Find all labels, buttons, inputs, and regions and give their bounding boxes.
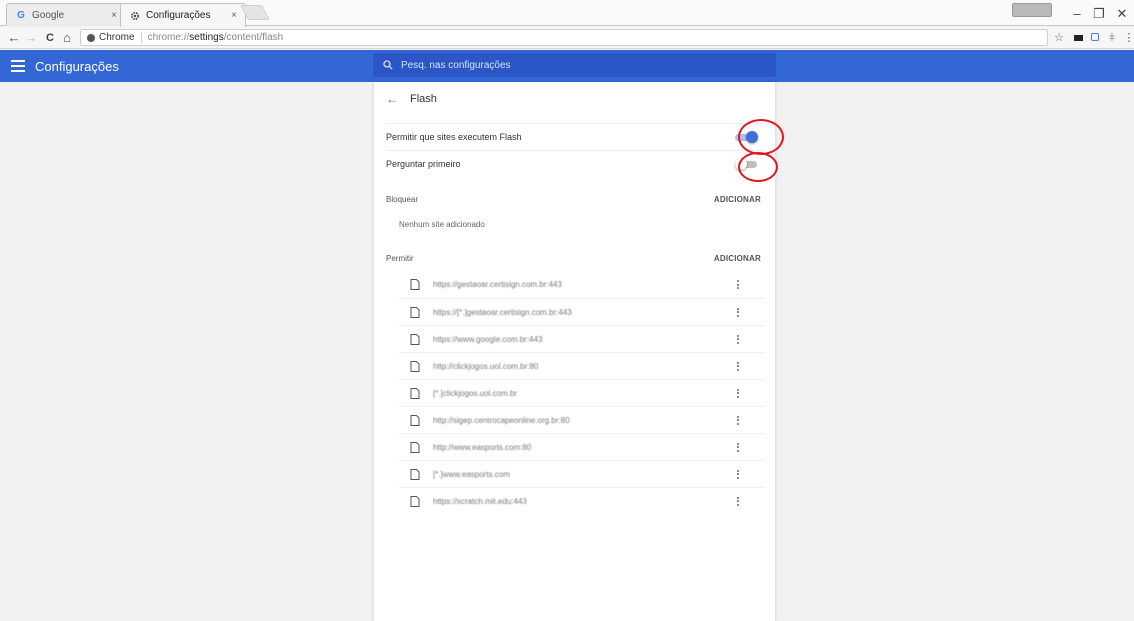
hamburger-menu-icon[interactable]: [11, 58, 25, 74]
profile-button[interactable]: [1012, 3, 1052, 17]
more-options-icon[interactable]: [735, 388, 741, 398]
site-list-item[interactable]: https://gestaoar.certisign.com.br:443: [399, 271, 765, 298]
chrome-menu-icon[interactable]: ⋮: [1122, 31, 1134, 45]
flash-settings-card: ← Flash Permitir que sites executem Flas…: [373, 82, 784, 621]
allow-flash-label: Permitir que sites executem Flash: [386, 131, 522, 142]
annotation-circle: [738, 152, 778, 182]
page-icon: [410, 360, 420, 372]
back-arrow-icon[interactable]: ←: [386, 92, 402, 106]
url-path: /content/flash: [223, 32, 284, 43]
gear-icon: [129, 10, 141, 22]
more-options-icon[interactable]: [735, 442, 741, 452]
close-tab-icon[interactable]: ×: [111, 10, 117, 21]
extension-blue-icon[interactable]: [1088, 31, 1102, 45]
site-list-item[interactable]: http://clickjogos.uol.com.br:80: [399, 352, 765, 379]
page-icon: [410, 441, 420, 453]
tab-google[interactable]: G Google ×: [6, 3, 126, 26]
site-url: https://gestaoar.certisign.com.br:443: [433, 280, 562, 289]
chip-label: Chrome: [99, 32, 135, 43]
page-icon: [410, 414, 420, 426]
reload-button[interactable]: C: [43, 30, 57, 46]
page-icon: [410, 495, 420, 507]
page-icon: [410, 279, 420, 290]
restore-icon[interactable]: ❐: [1090, 6, 1108, 22]
tab-title: Google: [32, 9, 65, 21]
site-list-item[interactable]: [*.]www.easports.com: [399, 460, 765, 487]
bookmark-star-icon[interactable]: ☆: [1052, 31, 1066, 45]
ask-first-row[interactable]: Perguntar primeiro: [386, 150, 765, 176]
more-options-icon[interactable]: [735, 307, 741, 317]
site-list-item[interactable]: http://sigep.centrocapeonline.org.br:80: [399, 406, 765, 433]
more-options-icon[interactable]: [735, 361, 741, 371]
block-section-header: Bloquear ADICIONAR: [386, 191, 765, 207]
extension-gray-icon[interactable]: ǂ: [1105, 31, 1119, 45]
page-icon: [410, 468, 420, 480]
page-title: Flash: [410, 93, 437, 105]
site-list-item[interactable]: https://www.google.com.br:443: [399, 325, 765, 352]
search-placeholder: Pesq. nas configurações: [401, 59, 511, 71]
site-url: https://www.google.com.br:443: [433, 334, 543, 344]
settings-search-box[interactable]: Pesq. nas configurações: [373, 53, 776, 77]
add-block-button[interactable]: ADICIONAR: [714, 195, 761, 204]
site-list-item[interactable]: https://[*.]gestaoar.certisign.com.br:44…: [399, 298, 765, 325]
site-url: http://clickjogos.uol.com.br:80: [433, 361, 539, 371]
tab-title: Configurações: [146, 10, 211, 21]
site-url: http://sigep.centrocapeonline.org.br:80: [433, 415, 570, 425]
minimize-icon[interactable]: –: [1068, 6, 1086, 21]
extension-dark-icon[interactable]: [1071, 31, 1085, 45]
more-options-icon[interactable]: [735, 469, 741, 479]
site-url: https://[*.]gestaoar.certisign.com.br:44…: [433, 307, 572, 317]
address-bar[interactable]: Chrome chrome:// settings /content/flash: [80, 29, 1048, 46]
add-allow-button[interactable]: ADICIONAR: [714, 254, 761, 263]
url-host: settings: [189, 32, 224, 43]
close-tab-icon[interactable]: ×: [231, 10, 237, 21]
more-options-icon[interactable]: [735, 334, 741, 344]
page-subheader: ← Flash: [374, 82, 775, 116]
more-options-icon[interactable]: [735, 496, 741, 506]
tab-strip: G Google × Configurações × – ❐ ✕: [0, 0, 1134, 27]
more-options-icon[interactable]: [735, 415, 741, 425]
allow-section-label: Permitir: [386, 253, 414, 263]
close-window-icon[interactable]: ✕: [1113, 6, 1131, 22]
site-url: https://scratch.mit.edu:443: [433, 496, 527, 506]
page-icon: [410, 306, 420, 318]
allow-flash-row[interactable]: Permitir que sites executem Flash: [386, 123, 765, 149]
back-button[interactable]: ←: [7, 30, 21, 46]
page-icon: [410, 387, 420, 399]
site-list-item[interactable]: https://scratch.mit.edu:443: [399, 487, 765, 514]
chrome-icon: [87, 33, 95, 42]
search-icon: [383, 60, 393, 70]
page-icon: [410, 333, 420, 345]
forward-button[interactable]: →: [24, 30, 38, 46]
site-url: http://www.easports.com:80: [433, 442, 532, 452]
google-g-icon: G: [17, 9, 25, 21]
more-options-icon[interactable]: [735, 280, 741, 289]
home-button[interactable]: ⌂: [60, 30, 74, 46]
tab-configuracoes[interactable]: Configurações ×: [120, 3, 246, 27]
site-url: [*.]www.easports.com: [433, 469, 510, 479]
block-empty-text: Nenhum site adicionado: [399, 220, 485, 229]
block-section-label: Bloquear: [386, 194, 419, 204]
annotation-circle: [738, 119, 784, 155]
site-list-item[interactable]: http://www.easports.com:80: [399, 433, 765, 460]
browser-toolbar: ← → C ⌂ Chrome chrome:// settings /conte…: [0, 27, 1134, 49]
ask-first-label: Perguntar primeiro: [386, 158, 461, 169]
site-url: [*.]clickjogos.uol.com.br: [433, 388, 518, 398]
allow-section-header: Permitir ADICIONAR: [386, 250, 765, 266]
settings-title: Configurações: [35, 59, 119, 74]
security-chip[interactable]: Chrome: [87, 32, 142, 43]
url-prefix: chrome://: [147, 32, 190, 43]
site-list-item[interactable]: [*.]clickjogos.uol.com.br: [399, 379, 765, 406]
